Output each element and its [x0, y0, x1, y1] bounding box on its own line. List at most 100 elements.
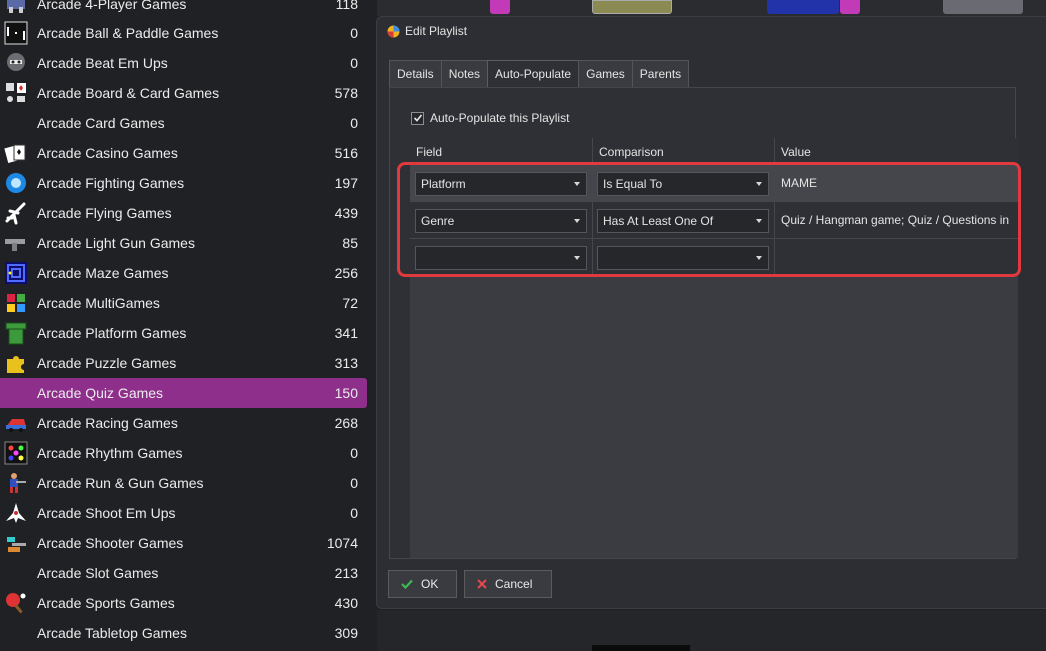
playlist-label: Arcade Run & Gun Games — [37, 475, 204, 491]
column-divider — [774, 164, 775, 274]
playlist-count: 341 — [334, 325, 358, 341]
game-cover[interactable] — [490, 0, 510, 14]
playlist-count: 0 — [350, 505, 358, 521]
ping-pong-icon — [4, 591, 28, 615]
cancel-button[interactable]: Cancel — [464, 570, 552, 598]
board-card-icon — [4, 81, 28, 105]
game-cover[interactable] — [943, 0, 1023, 14]
playlist-item[interactable]: Arcade Casino Games 516 — [0, 138, 367, 168]
playlist-label: Arcade Shoot Em Ups — [37, 505, 176, 521]
app-logo-icon — [387, 25, 400, 38]
playlist-label: Arcade Racing Games — [37, 415, 178, 431]
field-dropdown[interactable]: Platform — [415, 172, 587, 196]
checkmark-icon — [401, 579, 413, 589]
playlist-item[interactable]: Arcade Fighting Games 197 — [0, 168, 367, 198]
playlist-item[interactable]: Arcade Run & Gun Games 0 — [0, 468, 367, 498]
playlist-item-selected[interactable]: Arcade Quiz Games 150 — [0, 378, 367, 408]
cards-icon — [4, 141, 28, 165]
playlist-item[interactable]: Arcade Light Gun Games 85 — [0, 228, 367, 258]
column-header-comparison[interactable]: Comparison — [592, 138, 775, 164]
playlist-count: 150 — [334, 385, 358, 401]
playlist-sidebar: Arcade 4-Player Games 118 Arcade Ball & … — [0, 0, 377, 651]
playlist-label: Arcade Fighting Games — [37, 175, 185, 191]
playlist-item[interactable]: Arcade Ball & Paddle Games 0 — [0, 18, 367, 48]
playlist-label: Arcade Board & Card Games — [37, 85, 220, 101]
playlist-label: Arcade Ball & Paddle Games — [37, 25, 219, 41]
chevron-down-icon — [574, 219, 580, 223]
playlist-item[interactable]: Arcade Flying Games 439 — [0, 198, 367, 228]
game-cover[interactable] — [592, 0, 672, 14]
playlist-item[interactable]: Arcade Racing Games 268 — [0, 408, 367, 438]
comparison-dropdown[interactable]: Is Equal To — [597, 172, 769, 196]
playlist-item[interactable]: Arcade Board & Card Games 578 — [0, 78, 367, 108]
playlist-item[interactable]: Arcade Puzzle Games 313 — [0, 348, 367, 378]
field-dropdown[interactable] — [415, 246, 587, 270]
auto-populate-panel: Auto-Populate this Playlist Field Compar… — [389, 87, 1018, 559]
playlist-count: 268 — [334, 415, 358, 431]
tab-details[interactable]: Details — [389, 60, 442, 87]
field-dropdown[interactable]: Genre — [415, 209, 587, 233]
playlist-count: 213 — [334, 565, 358, 581]
paddle-icon — [4, 21, 28, 45]
playlist-count: 0 — [350, 25, 358, 41]
value-cell[interactable]: Quiz / Hangman game; Quiz / Questions in — [781, 202, 1018, 239]
playlist-count: 430 — [334, 595, 358, 611]
puzzle-icon — [4, 351, 28, 375]
comparison-value: Has At Least One Of — [603, 214, 714, 228]
rule-row: Genre Has At Least One Of Quiz / Hangman… — [410, 202, 1018, 239]
auto-populate-checkbox[interactable] — [411, 111, 424, 125]
playlist-item[interactable]: Arcade Slot Games 213 — [0, 558, 367, 588]
pipe-icon — [4, 321, 28, 345]
auto-populate-toggle[interactable]: Auto-Populate this Playlist — [411, 111, 569, 125]
playlist-count: 118 — [335, 0, 358, 12]
grid-header: Field Comparison Value — [410, 138, 1018, 164]
playlist-item[interactable]: Arcade Shooter Games 1074 — [0, 528, 367, 558]
playlist-label: Arcade Slot Games — [37, 565, 159, 581]
playlist-item[interactable]: Arcade Tabletop Games 309 — [0, 618, 367, 648]
soldier-icon — [4, 471, 28, 495]
tab-parents[interactable]: Parents — [631, 60, 690, 87]
comparison-value: Is Equal To — [603, 177, 663, 191]
playlist-label: Arcade Card Games — [37, 115, 165, 131]
value-cell[interactable] — [781, 239, 1018, 276]
tab-games[interactable]: Games — [578, 60, 633, 87]
playlist-label: Arcade Maze Games — [37, 265, 169, 281]
playlist-item[interactable]: Arcade 4-Player Games 118 — [0, 0, 367, 19]
playlist-item[interactable]: Arcade Card Games 0 — [0, 108, 367, 138]
racing-icon — [4, 411, 28, 435]
rhythm-icon — [4, 441, 28, 465]
playlist-label: Arcade Casino Games — [37, 145, 178, 161]
playlist-label: Arcade Sports Games — [37, 595, 175, 611]
column-divider — [592, 164, 593, 274]
playlist-count: 516 — [334, 145, 358, 161]
playlist-count: 0 — [350, 475, 358, 491]
comparison-dropdown[interactable]: Has At Least One Of — [597, 209, 769, 233]
playlist-item[interactable]: Arcade Platform Games 341 — [0, 318, 367, 348]
playlist-item[interactable]: Arcade Beat Em Ups 0 — [0, 48, 367, 78]
column-header-value[interactable]: Value — [774, 138, 1018, 164]
tab-auto-populate[interactable]: Auto-Populate — [487, 60, 580, 88]
playlist-count: 1074 — [326, 535, 358, 551]
game-cover[interactable] — [840, 0, 860, 14]
playlist-item[interactable]: Arcade Shoot Em Ups 0 — [0, 498, 367, 528]
column-header-field[interactable]: Field — [410, 138, 593, 164]
playlist-item[interactable]: Arcade Rhythm Games 0 — [0, 438, 367, 468]
playlist-label: Arcade Tabletop Games — [37, 625, 187, 641]
background-bar — [592, 645, 690, 651]
value-cell[interactable]: MAME — [781, 165, 1018, 202]
playlist-label: Arcade Puzzle Games — [37, 355, 177, 371]
playlist-label: Arcade Beat Em Ups — [37, 55, 168, 71]
maze-icon — [4, 261, 28, 285]
playlist-count: 197 — [334, 175, 358, 191]
tab-notes[interactable]: Notes — [440, 60, 489, 87]
comparison-dropdown[interactable] — [597, 246, 769, 270]
checkmark-icon — [413, 114, 422, 122]
tab-bar: Details Notes Auto-Populate Games Parent… — [389, 60, 690, 88]
game-cover[interactable] — [767, 0, 839, 14]
playlist-item[interactable]: Arcade Maze Games 256 — [0, 258, 367, 288]
playlist-item[interactable]: Arcade MultiGames 72 — [0, 288, 367, 318]
ok-button[interactable]: OK — [388, 570, 457, 598]
playlist-item[interactable]: Arcade Sports Games 430 — [0, 588, 367, 618]
chevron-down-icon — [756, 219, 762, 223]
brawler-icon — [4, 51, 28, 75]
